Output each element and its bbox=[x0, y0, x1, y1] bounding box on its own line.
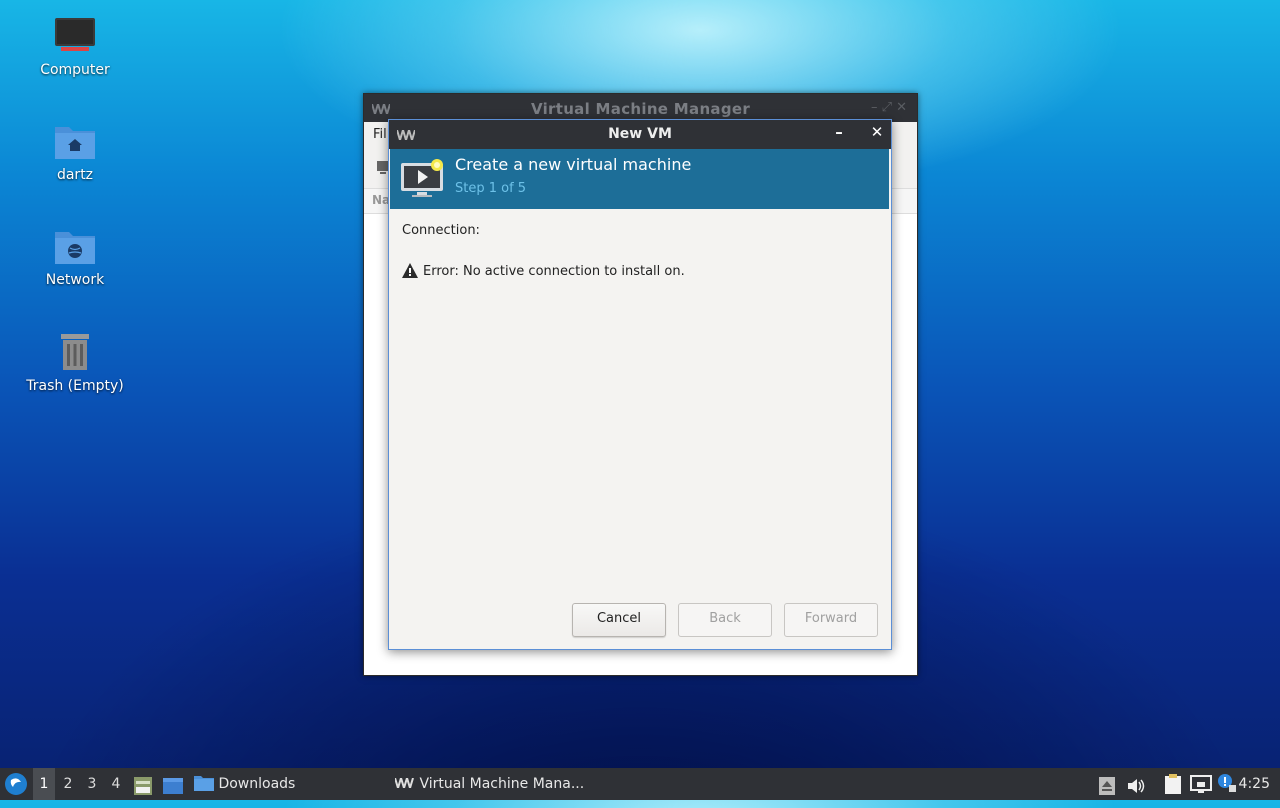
forward-button[interactable]: Forward bbox=[784, 603, 878, 637]
desktop-icon-label: Trash (Empty) bbox=[26, 378, 124, 394]
clipboard-icon bbox=[1165, 774, 1181, 794]
close-button[interactable]: ✕ bbox=[867, 123, 887, 143]
workspace-1[interactable]: 1 bbox=[33, 768, 55, 800]
eject-icon bbox=[1099, 777, 1115, 795]
desktop-icon-trash[interactable]: Trash (Empty) bbox=[20, 330, 130, 394]
desktop-icon-dartz[interactable]: dartz bbox=[20, 121, 130, 183]
clock[interactable]: 4:25 bbox=[1239, 768, 1270, 800]
vmm-logo-icon bbox=[394, 774, 414, 792]
cancel-button[interactable]: Cancel bbox=[572, 603, 666, 637]
error-text: Error: No active connection to install o… bbox=[423, 264, 685, 279]
menu-file[interactable]: Fil bbox=[373, 127, 387, 142]
network-wired-icon bbox=[1190, 775, 1212, 793]
desktop-icon bbox=[163, 778, 183, 794]
tray-network[interactable] bbox=[1190, 774, 1212, 794]
desktop-icon-computer[interactable]: Computer bbox=[20, 16, 130, 78]
desktop-icon-label: dartz bbox=[56, 167, 94, 183]
workspace-4[interactable]: 4 bbox=[105, 768, 127, 800]
start-menu-button[interactable] bbox=[4, 772, 28, 796]
task-virtual-machine-manager[interactable]: Virtual Machine Mana... bbox=[394, 768, 585, 800]
tray-clipboard[interactable] bbox=[1163, 773, 1183, 795]
volume-icon bbox=[1128, 779, 1145, 793]
vmm-titlebar[interactable]: Virtual Machine Manager – ⤢ ✕ bbox=[364, 94, 917, 122]
info-notification-icon bbox=[1218, 774, 1236, 792]
minimize-button[interactable]: – bbox=[829, 123, 849, 143]
trash-icon bbox=[61, 334, 89, 370]
show-desktop-button[interactable] bbox=[162, 775, 184, 794]
desktop-icon-label: Computer bbox=[40, 62, 110, 78]
error-message: Error: No active connection to install o… bbox=[402, 263, 685, 279]
workspace-2[interactable]: 2 bbox=[57, 768, 79, 800]
task-label: Virtual Machine Mana... bbox=[419, 776, 585, 792]
dialog-title: New VM bbox=[608, 126, 672, 142]
connection-label: Connection: bbox=[402, 223, 480, 238]
computer-icon bbox=[55, 18, 95, 51]
home-folder-icon bbox=[55, 127, 95, 159]
tray-notification[interactable] bbox=[1217, 773, 1237, 795]
desktop-icon-label: Network bbox=[45, 272, 105, 288]
taskbar: 1 2 3 4 Downloads Virtual Machine Mana..… bbox=[0, 768, 1280, 800]
task-downloads[interactable]: Downloads bbox=[194, 768, 295, 800]
task-label: Downloads bbox=[218, 776, 296, 792]
back-button[interactable]: Back bbox=[678, 603, 772, 637]
desktop-icon-network[interactable]: Network bbox=[20, 226, 130, 288]
lubuntu-logo-icon bbox=[5, 773, 27, 795]
vmm-window-controls[interactable]: – ⤢ ✕ bbox=[871, 100, 907, 115]
tray-updates[interactable] bbox=[1099, 775, 1115, 795]
network-folder-icon bbox=[55, 232, 95, 264]
tray-volume[interactable] bbox=[1126, 775, 1146, 793]
new-vm-dialog: New VM – ✕ Create a new virtual machine … bbox=[388, 119, 892, 650]
vmm-title: Virtual Machine Manager bbox=[530, 100, 751, 118]
file-cabinet-icon bbox=[134, 777, 152, 795]
new-vm-monitor-icon bbox=[401, 159, 443, 197]
warning-icon bbox=[402, 263, 418, 278]
folder-icon bbox=[194, 776, 214, 791]
file-manager-launcher[interactable] bbox=[133, 775, 153, 795]
new-vm-titlebar[interactable]: New VM – ✕ bbox=[389, 120, 891, 149]
workspace-3[interactable]: 3 bbox=[81, 768, 103, 800]
wizard-title: Create a new virtual machine bbox=[455, 155, 692, 174]
wizard-step: Step 1 of 5 bbox=[455, 181, 527, 196]
wizard-header: Create a new virtual machine Step 1 of 5 bbox=[390, 149, 889, 209]
